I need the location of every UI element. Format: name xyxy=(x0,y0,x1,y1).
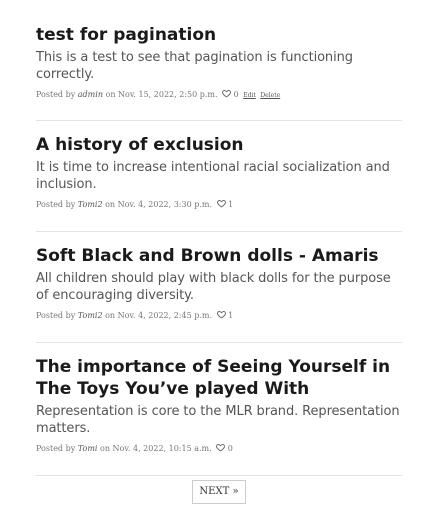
heart-icon[interactable] xyxy=(216,199,226,208)
posted-by-label: Posted by xyxy=(36,200,76,209)
post-excerpt: It is time to increase intentional racia… xyxy=(36,160,390,192)
post-title[interactable]: Soft Black and Brown dolls - Amaris xyxy=(36,245,402,267)
post-list: test for pagination This is a test to se… xyxy=(36,24,402,476)
like-count: 1 xyxy=(228,200,234,209)
post-excerpt: This is a test to see that pagination is… xyxy=(36,50,353,82)
post-item: The importance of Seeing Yourself in The… xyxy=(36,343,402,476)
post-title[interactable]: test for pagination xyxy=(36,24,402,46)
post-item: A history of exclusion It is time to inc… xyxy=(36,121,402,232)
on-label: on xyxy=(105,311,116,320)
next-page-button[interactable]: NEXT » xyxy=(192,480,246,504)
heart-icon[interactable] xyxy=(216,443,226,452)
post-author: Tomi2 xyxy=(77,311,103,320)
on-label: on xyxy=(105,90,116,99)
on-label: on xyxy=(100,444,110,453)
heart-icon[interactable] xyxy=(222,89,231,98)
post-title[interactable]: A history of exclusion xyxy=(36,134,402,156)
pagination: NEXT » xyxy=(0,480,438,504)
post-item: Soft Black and Brown dolls - Amaris All … xyxy=(36,232,402,343)
post-date: Nov. 15, 2022, 2:50 p.m. xyxy=(118,90,218,99)
like-count: 0 xyxy=(233,90,239,99)
post-excerpt: All children should play with black doll… xyxy=(36,271,391,303)
post-item: test for pagination This is a test to se… xyxy=(36,24,402,121)
post-author: Tomi xyxy=(77,444,98,453)
post-author: admin xyxy=(77,90,103,99)
post-author: Tomi2 xyxy=(77,200,103,209)
heart-icon[interactable] xyxy=(216,310,226,319)
posted-by-label: Posted by xyxy=(36,90,76,99)
post-meta: Posted by Tomi2 on Nov. 4, 2022, 2:45 p.… xyxy=(36,310,402,321)
post-date: Nov. 4, 2022, 2:45 p.m. xyxy=(117,311,213,320)
posted-by-label: Posted by xyxy=(36,444,76,453)
post-excerpt: Representation is core to the MLR brand.… xyxy=(36,404,400,436)
post-meta: Posted by Tomi on Nov. 4, 2022, 10:15 a.… xyxy=(36,443,402,454)
post-date: Nov. 4, 2022, 10:15 a.m. xyxy=(112,444,212,453)
like-count: 0 xyxy=(227,444,233,453)
like-count: 1 xyxy=(228,311,234,320)
on-label: on xyxy=(105,200,116,209)
posted-by-label: Posted by xyxy=(36,311,76,320)
post-meta: Posted by admin on Nov. 15, 2022, 2:50 p… xyxy=(36,89,402,101)
post-title[interactable]: The importance of Seeing Yourself in The… xyxy=(36,356,402,400)
post-date: Nov. 4, 2022, 3:30 p.m. xyxy=(117,200,213,209)
post-meta: Posted by Tomi2 on Nov. 4, 2022, 3:30 p.… xyxy=(36,199,402,210)
delete-link[interactable]: Delete xyxy=(260,92,280,99)
edit-link[interactable]: Edit xyxy=(243,92,256,99)
